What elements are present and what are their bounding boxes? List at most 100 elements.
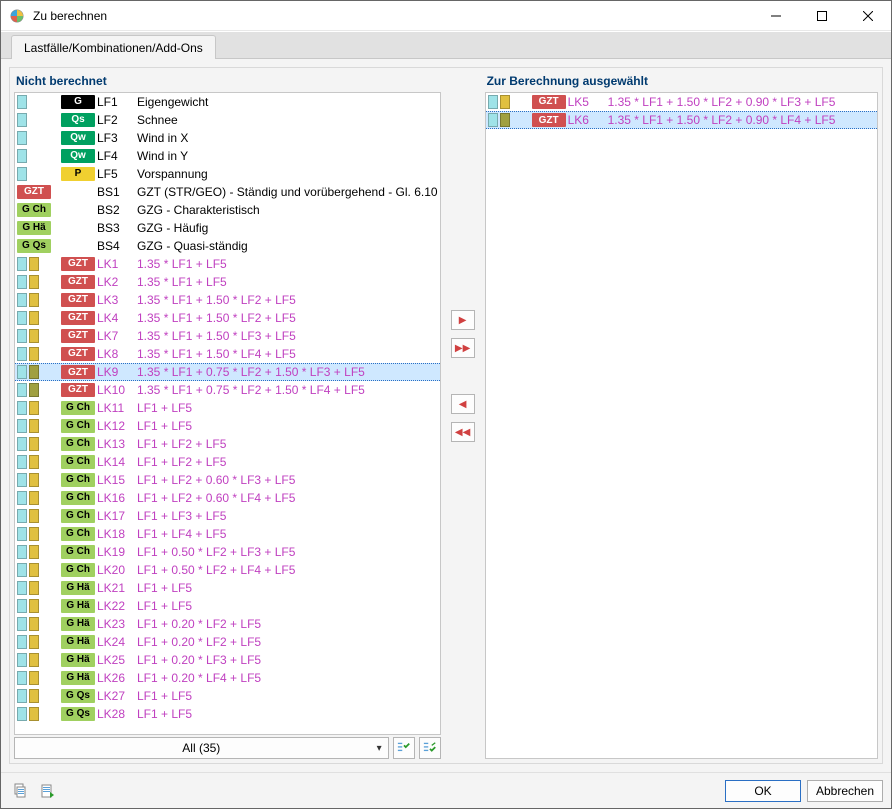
flags-cell [17, 527, 61, 541]
list-item[interactable]: PLF5Vorspannung [15, 165, 440, 183]
chevron-down-icon: ▾ [377, 743, 382, 754]
window-minimize-button[interactable] [753, 1, 799, 31]
list-item[interactable]: GZTLK11.35 * LF1 + LF5 [15, 255, 440, 273]
list-item[interactable]: GZTLK61.35 * LF1 + 1.50 * LF2 + 0.90 * L… [486, 111, 877, 129]
move-left-button[interactable]: ◀ [451, 394, 475, 414]
list-item[interactable]: G HäLK21LF1 + LF5 [15, 579, 440, 597]
flag-chip [29, 365, 39, 379]
type-badge: GZT [61, 347, 95, 361]
flag-chip [29, 347, 39, 361]
type-badge: Qw [61, 149, 95, 163]
list-item[interactable]: G ChLK17LF1 + LF3 + LF5 [15, 507, 440, 525]
ok-button[interactable]: OK [725, 780, 801, 802]
tabstrip: Lastfälle/Kombinationen/Add-Ons [1, 31, 891, 59]
ok-label: OK [754, 784, 771, 798]
list-item[interactable]: GZTLK31.35 * LF1 + 1.50 * LF2 + LF5 [15, 291, 440, 309]
list-item[interactable]: GZTLK101.35 * LF1 + 0.75 * LF2 + 1.50 * … [15, 381, 440, 399]
list-item[interactable]: G ChLK20LF1 + 0.50 * LF2 + LF4 + LF5 [15, 561, 440, 579]
cancel-button[interactable]: Abbrechen [807, 780, 883, 802]
flag-chip [17, 473, 27, 487]
badge-cell: G Ch [61, 419, 97, 433]
flag-chip [500, 95, 510, 109]
badge-cell: G Ch [61, 545, 97, 559]
type-badge: GZT [61, 293, 95, 307]
list-item[interactable]: G HäLK23LF1 + 0.20 * LF2 + LF5 [15, 615, 440, 633]
id-cell: BS3 [97, 221, 137, 235]
flag-chip [29, 563, 39, 577]
list-item[interactable]: GZTLK81.35 * LF1 + 1.50 * LF4 + LF5 [15, 345, 440, 363]
id-cell: LK14 [97, 455, 137, 469]
desc-cell: LF1 + LF2 + LF5 [137, 455, 438, 469]
id-cell: LK21 [97, 581, 137, 595]
uncheck-all-button[interactable] [419, 737, 441, 759]
window-maximize-button[interactable] [799, 1, 845, 31]
flag-chip [17, 707, 27, 721]
list-item[interactable]: GZTLK41.35 * LF1 + 1.50 * LF2 + LF5 [15, 309, 440, 327]
flags-cell [17, 473, 61, 487]
selected-list[interactable]: GZTLK51.35 * LF1 + 1.50 * LF2 + 0.90 * L… [485, 92, 878, 759]
list-item[interactable]: G HäLK26LF1 + 0.20 * LF4 + LF5 [15, 669, 440, 687]
list-item[interactable]: G ChLK15LF1 + LF2 + 0.60 * LF3 + LF5 [15, 471, 440, 489]
id-cell: LK17 [97, 509, 137, 523]
list-item[interactable]: G QsLK27LF1 + LF5 [15, 687, 440, 705]
list-item[interactable]: G HäBS3GZG - Häufig [15, 219, 440, 237]
flag-chip [17, 167, 27, 181]
badge-cell: Qw [61, 131, 97, 145]
check-all-button[interactable] [393, 737, 415, 759]
list-item[interactable]: G ChBS2GZG - Charakteristisch [15, 201, 440, 219]
list-item[interactable]: G QsBS4GZG - Quasi-ständig [15, 237, 440, 255]
badge-cell: G Ch [61, 473, 97, 487]
list-item[interactable]: G ChLK18LF1 + LF4 + LF5 [15, 525, 440, 543]
flag-chip [17, 653, 27, 667]
id-cell: BS1 [97, 185, 137, 199]
list-item[interactable]: G ChLK19LF1 + 0.50 * LF2 + LF3 + LF5 [15, 543, 440, 561]
move-all-right-button[interactable]: ▶▶ [451, 338, 475, 358]
id-cell: LK8 [97, 347, 137, 361]
flags-cell [17, 329, 61, 343]
flag-chip [17, 527, 27, 541]
check-list-icon [397, 741, 411, 755]
list-item[interactable]: GZTLK51.35 * LF1 + 1.50 * LF2 + 0.90 * L… [486, 93, 877, 111]
list-item[interactable]: GZTBS1GZT (STR/GEO) - Ständig und vorübe… [15, 183, 440, 201]
list-item[interactable]: G QsLK28LF1 + LF5 [15, 705, 440, 723]
not-calculated-list[interactable]: GLF1EigengewichtQsLF2SchneeQwLF3Wind in … [14, 92, 441, 735]
move-all-left-button[interactable]: ◀◀ [451, 422, 475, 442]
window-close-button[interactable] [845, 1, 891, 31]
flags-cell: G Hä [17, 221, 61, 235]
type-badge: G Hä [61, 671, 95, 685]
flag-chip [29, 257, 39, 271]
list-item[interactable]: G ChLK13LF1 + LF2 + LF5 [15, 435, 440, 453]
panel-selected: Zur Berechnung ausgewählt GZTLK51.35 * L… [485, 72, 878, 759]
titlebar: Zu berechnen [1, 1, 891, 31]
badge-cell: GZT [532, 113, 568, 127]
list-item[interactable]: G HäLK25LF1 + 0.20 * LF3 + LF5 [15, 651, 440, 669]
flags-cell [17, 401, 61, 415]
paste-button[interactable] [37, 780, 59, 802]
cancel-label: Abbrechen [816, 784, 874, 798]
list-item[interactable]: G ChLK14LF1 + LF2 + LF5 [15, 453, 440, 471]
filter-dropdown[interactable]: All (35) ▾ [14, 737, 389, 759]
flags-cell [17, 563, 61, 577]
tab-loadcases[interactable]: Lastfälle/Kombinationen/Add-Ons [11, 35, 216, 59]
list-item[interactable]: G ChLK11LF1 + LF5 [15, 399, 440, 417]
flag-chip [488, 113, 498, 127]
list-item[interactable]: QwLF3Wind in X [15, 129, 440, 147]
list-item[interactable]: QwLF4Wind in Y [15, 147, 440, 165]
list-item[interactable]: GZTLK21.35 * LF1 + LF5 [15, 273, 440, 291]
list-item[interactable]: QsLF2Schnee [15, 111, 440, 129]
list-item[interactable]: GZTLK91.35 * LF1 + 0.75 * LF2 + 1.50 * L… [15, 363, 440, 381]
list-item[interactable]: GZTLK71.35 * LF1 + 1.50 * LF3 + LF5 [15, 327, 440, 345]
list-item[interactable]: GLF1Eigengewicht [15, 93, 440, 111]
list-item[interactable]: G HäLK24LF1 + 0.20 * LF2 + LF5 [15, 633, 440, 651]
flag-chip [29, 527, 39, 541]
desc-cell: 1.35 * LF1 + LF5 [137, 257, 438, 271]
move-right-button[interactable]: ▶ [451, 310, 475, 330]
double-arrow-right-icon: ▶▶ [455, 343, 470, 354]
list-item[interactable]: G HäLK22LF1 + LF5 [15, 597, 440, 615]
flag-chip [29, 383, 39, 397]
flags-cell [17, 635, 61, 649]
list-item[interactable]: G ChLK16LF1 + LF2 + 0.60 * LF4 + LF5 [15, 489, 440, 507]
list-item[interactable]: G ChLK12LF1 + LF5 [15, 417, 440, 435]
copy-button[interactable] [9, 780, 31, 802]
type-badge: G Ch [61, 509, 95, 523]
